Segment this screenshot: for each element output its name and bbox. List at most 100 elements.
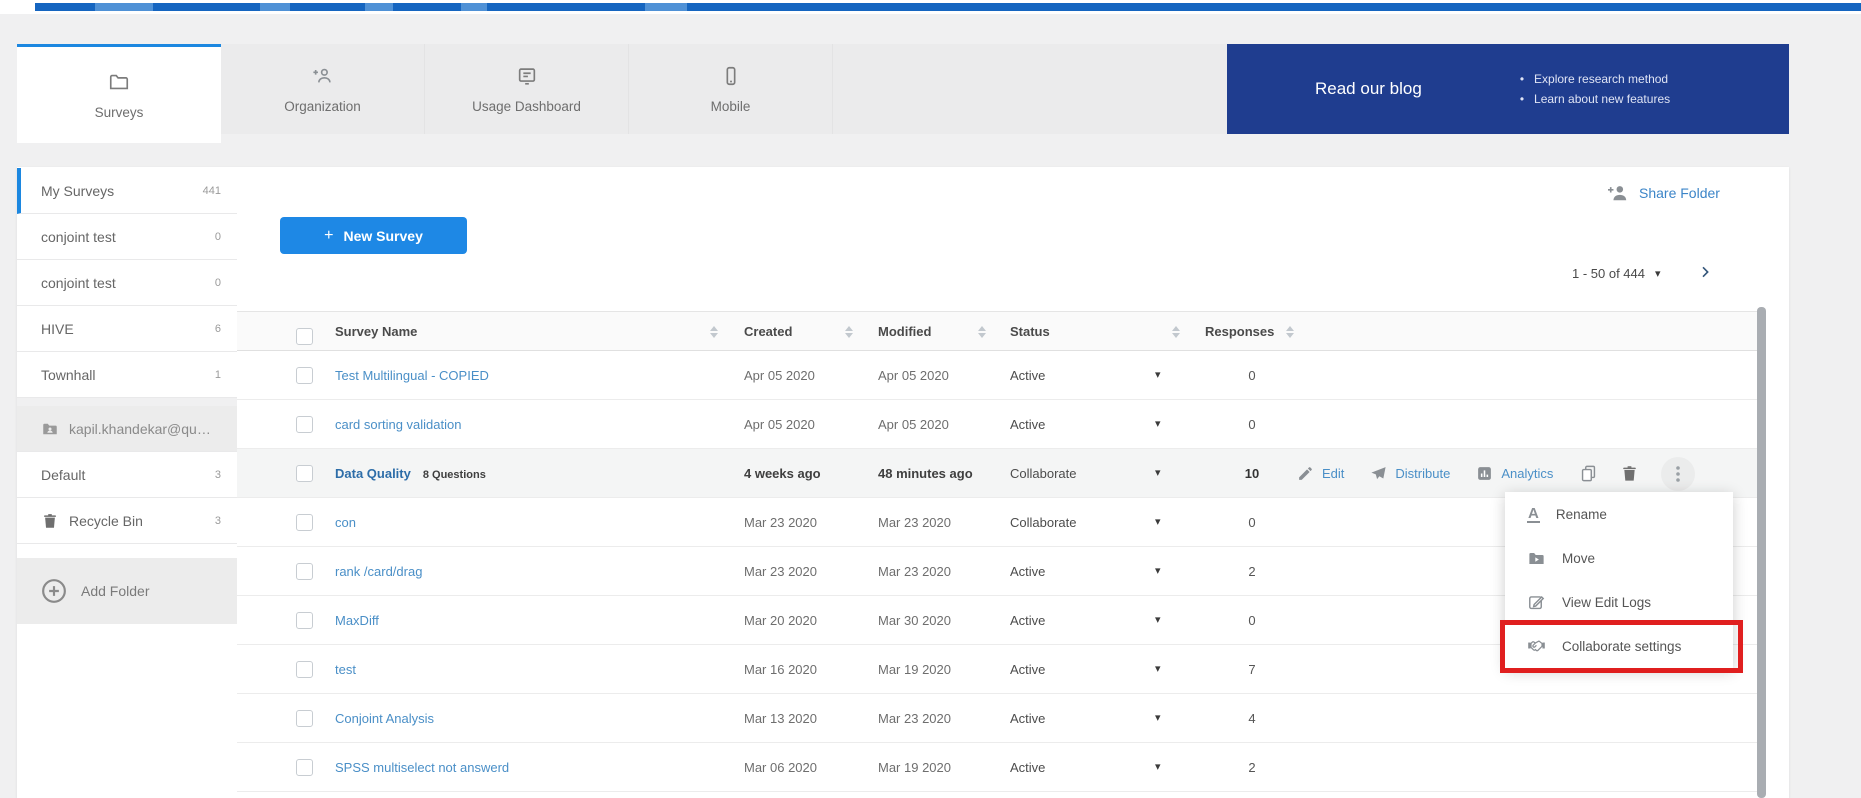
status-cell: Active bbox=[1010, 743, 1045, 792]
copy-survey-button[interactable] bbox=[1579, 464, 1598, 483]
status-dropdown-caret[interactable]: ▾ bbox=[1155, 694, 1161, 743]
modified-cell: Mar 30 2020 bbox=[878, 596, 951, 645]
col-header-status[interactable]: Status bbox=[1010, 312, 1050, 352]
banner-bullet: Learn about new features bbox=[1520, 89, 1670, 109]
col-header-survey-name[interactable]: Survey Name bbox=[335, 312, 417, 352]
survey-name-link[interactable]: Conjoint Analysis bbox=[335, 694, 434, 743]
sidebar-item-default[interactable]: Default 3 bbox=[17, 452, 237, 498]
blog-banner[interactable]: Read our blog Explore research methodLea… bbox=[1227, 44, 1789, 134]
surveys-panel: My Surveys 441 conjoint test 0 conjoint … bbox=[17, 167, 1789, 798]
col-header-modified[interactable]: Modified bbox=[878, 312, 931, 352]
menu-item-move[interactable]: Move bbox=[1505, 536, 1733, 580]
sidebar-item-conjoint-test[interactable]: conjoint test 0 bbox=[17, 214, 237, 260]
col-header-created[interactable]: Created bbox=[744, 312, 792, 352]
tab-surveys[interactable]: Surveys bbox=[17, 44, 221, 143]
banner-bullet: Explore research method bbox=[1520, 69, 1670, 89]
sidebar-item-recycle-bin[interactable]: Recycle Bin 3 bbox=[17, 498, 237, 544]
survey-name-link[interactable]: card sorting validation bbox=[335, 400, 461, 449]
menu-item-collaborate-settings[interactable]: Collaborate settings bbox=[1505, 624, 1733, 668]
status-dropdown-caret[interactable]: ▾ bbox=[1155, 400, 1161, 449]
tab-label: Usage Dashboard bbox=[472, 99, 581, 114]
folder-label: HIVE bbox=[41, 321, 207, 337]
row-checkbox[interactable] bbox=[296, 514, 313, 531]
sidebar-item-conjoint-test[interactable]: conjoint test 0 bbox=[17, 260, 237, 306]
analytics-button[interactable]: Analytics bbox=[1476, 465, 1553, 482]
sidebar-item-my-surveys[interactable]: My Surveys 441 bbox=[17, 168, 237, 214]
distribute-button-label: Distribute bbox=[1395, 466, 1450, 481]
person-add-icon bbox=[312, 65, 334, 90]
edit-button[interactable]: Edit bbox=[1297, 465, 1344, 482]
top-navbar-segment bbox=[365, 3, 393, 11]
top-navbar-segment bbox=[95, 3, 153, 11]
sort-icon[interactable] bbox=[1172, 326, 1181, 338]
created-cell: Mar 20 2020 bbox=[744, 596, 817, 645]
sort-icon[interactable] bbox=[710, 326, 719, 338]
banner-title[interactable]: Read our blog bbox=[1315, 79, 1422, 99]
survey-name-link[interactable]: test bbox=[335, 645, 356, 694]
distribute-button[interactable]: Distribute bbox=[1370, 465, 1450, 482]
sort-icon[interactable] bbox=[1286, 326, 1295, 338]
status-dropdown-caret[interactable]: ▾ bbox=[1155, 498, 1161, 547]
sidebar-item-kapil-khandekar-que[interactable]: kapil.khandekar@que… bbox=[17, 406, 237, 452]
status-cell: Collaborate bbox=[1010, 498, 1077, 547]
col-header-responses[interactable]: Responses bbox=[1205, 312, 1274, 352]
status-dropdown-caret[interactable]: ▾ bbox=[1155, 596, 1161, 645]
copy-icon bbox=[1579, 464, 1598, 483]
survey-name-link[interactable]: MaxDiff bbox=[335, 596, 379, 645]
survey-name-link[interactable]: rank /card/drag bbox=[335, 547, 422, 596]
new-survey-button[interactable]: + New Survey bbox=[280, 217, 467, 254]
survey-name-link[interactable]: Data Quality8 Questions bbox=[335, 449, 486, 500]
table-row: Test Multilingual - COPIED Apr 05 2020 A… bbox=[237, 351, 1766, 400]
responses-cell: 0 bbox=[1222, 400, 1282, 449]
created-cell: Mar 13 2020 bbox=[744, 694, 817, 743]
status-dropdown-caret[interactable]: ▾ bbox=[1155, 449, 1161, 498]
tab-organization[interactable]: Organization bbox=[221, 44, 425, 134]
row-checkbox[interactable] bbox=[296, 416, 313, 433]
next-page-button[interactable] bbox=[1697, 264, 1713, 283]
table-row: SPSS multiselect not answerd Mar 06 2020… bbox=[237, 743, 1766, 792]
select-all-checkbox[interactable] bbox=[296, 328, 313, 345]
row-checkbox[interactable] bbox=[296, 710, 313, 727]
tab-mobile[interactable]: Mobile bbox=[629, 44, 833, 134]
sort-icon[interactable] bbox=[845, 326, 854, 338]
row-checkbox[interactable] bbox=[296, 612, 313, 629]
sort-icon[interactable] bbox=[978, 326, 987, 338]
add-folder-button[interactable]: Add Folder bbox=[17, 558, 237, 624]
status-dropdown-caret[interactable]: ▾ bbox=[1155, 547, 1161, 596]
survey-name-link[interactable]: Test Multilingual - COPIED bbox=[335, 351, 489, 400]
status-dropdown-caret[interactable]: ▾ bbox=[1155, 351, 1161, 400]
menu-item-view-edit-logs[interactable]: View Edit Logs bbox=[1505, 580, 1733, 624]
add-folder-label: Add Folder bbox=[81, 583, 149, 599]
survey-name-link[interactable]: con bbox=[335, 498, 356, 547]
delete-survey-button[interactable] bbox=[1620, 464, 1639, 483]
responses-cell: 10 bbox=[1222, 449, 1282, 498]
pagination-caret-icon[interactable]: ▾ bbox=[1655, 267, 1661, 280]
more-options-button[interactable] bbox=[1661, 457, 1695, 491]
status-dropdown-caret[interactable]: ▾ bbox=[1155, 645, 1161, 694]
row-context-menu: A Rename Move View Edit Logs Collaborate… bbox=[1505, 492, 1733, 668]
row-checkbox[interactable] bbox=[296, 465, 313, 482]
status-dropdown-caret[interactable]: ▾ bbox=[1155, 743, 1161, 792]
top-navbar-segment bbox=[260, 3, 290, 11]
sidebar-item-hive[interactable]: HIVE 6 bbox=[17, 306, 237, 352]
row-checkbox[interactable] bbox=[296, 563, 313, 580]
folder-count: 0 bbox=[215, 231, 221, 243]
module-tabbar: Surveys Organization Usage Dashboard Mob… bbox=[17, 44, 1789, 134]
row-checkbox[interactable] bbox=[296, 367, 313, 384]
sidebar-divider bbox=[17, 398, 237, 406]
row-checkbox[interactable] bbox=[296, 661, 313, 678]
created-cell: Apr 05 2020 bbox=[744, 351, 815, 400]
share-person-icon bbox=[1607, 183, 1629, 203]
tab-usage-dashboard[interactable]: Usage Dashboard bbox=[425, 44, 629, 134]
send-icon bbox=[1370, 465, 1387, 482]
table-row: card sorting validation Apr 05 2020 Apr … bbox=[237, 400, 1766, 449]
survey-name-link[interactable]: SPSS multiselect not answerd bbox=[335, 743, 509, 792]
top-navbar-bar bbox=[35, 3, 1861, 11]
responses-cell: 2 bbox=[1222, 743, 1282, 792]
sidebar-item-townhall[interactable]: Townhall 1 bbox=[17, 352, 237, 398]
share-folder-button[interactable]: Share Folder bbox=[1607, 179, 1720, 207]
vertical-scrollbar[interactable] bbox=[1757, 307, 1766, 798]
menu-item-rename[interactable]: A Rename bbox=[1505, 492, 1733, 536]
created-cell: Mar 16 2020 bbox=[744, 645, 817, 694]
row-checkbox[interactable] bbox=[296, 759, 313, 776]
